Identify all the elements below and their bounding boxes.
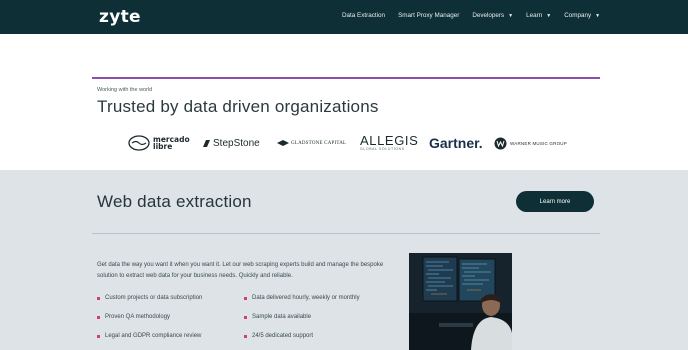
bullet-square-icon: [244, 296, 247, 300]
mercadolibre-logo: mercado libre: [128, 132, 190, 154]
caret-down-icon: ▼: [508, 12, 514, 19]
section-description: Get data the way you want it when you wa…: [97, 262, 384, 279]
feature-text: Custom projects or data subscription: [105, 295, 203, 301]
section-heading: Web data extraction: [97, 192, 252, 211]
feature-bullet: Custom projects or data subscription: [97, 295, 202, 301]
bullet-square-icon: [244, 334, 247, 338]
accent-divider: [92, 77, 600, 79]
feature-text: Proven QA methodology: [105, 314, 171, 320]
top-navbar: zyte Data Extraction Smart Proxy Manager…: [0, 0, 688, 34]
bullet-square-icon: [244, 315, 247, 319]
bullet-square-icon: [97, 315, 100, 319]
zyte-logo[interactable]: zyte: [99, 7, 141, 27]
client-logos: mercado libre StepStone GLADSTONE CAPITA…: [128, 132, 568, 154]
gladstone-mark-icon: [277, 140, 289, 146]
learn-more-button[interactable]: Learn more: [516, 191, 594, 212]
developer-at-monitors-image: [409, 253, 512, 350]
stepstone-logo: StepStone: [202, 132, 260, 154]
nav-label: Developers: [472, 12, 505, 19]
nav-label: Data Extraction: [342, 12, 386, 19]
feature-text: Sample data available: [252, 314, 312, 320]
libre-text: libre: [153, 142, 173, 151]
trusted-heading: Trusted by data driven organizations: [97, 97, 379, 116]
web-data-extraction-section: Web data extraction Learn more Get data …: [0, 170, 688, 350]
feature-bullet: Proven QA methodology: [97, 314, 170, 320]
nav-developers[interactable]: Developers ▼: [472, 12, 513, 19]
stepstone-text: StepStone: [213, 137, 260, 149]
nav-smart-proxy-manager[interactable]: Smart Proxy Manager: [398, 12, 459, 19]
bullet-square-icon: [97, 334, 100, 338]
bullet-square-icon: [97, 296, 100, 300]
nav-learn[interactable]: Learn ▼: [526, 12, 551, 19]
warner-music-logo: WARNER MUSIC GROUP: [494, 132, 567, 154]
feature-bullet: 24/5 dedicated support: [244, 333, 313, 339]
allegis-text: ALLEGIS: [360, 133, 419, 148]
trusted-section: Working with the world Trusted by data d…: [0, 34, 688, 170]
caret-down-icon: ▼: [595, 12, 601, 19]
feature-text: 24/5 dedicated support: [252, 333, 314, 339]
feature-bullet: Legal and GDPR compliance review: [97, 333, 201, 339]
main-nav: Data Extraction Smart Proxy Manager Deve…: [342, 12, 613, 19]
warner-text: WARNER MUSIC GROUP: [510, 140, 567, 146]
gladstone-text: GLADSTONE CAPITAL: [291, 140, 347, 146]
caret-down-icon: ▼: [546, 12, 552, 19]
stepstone-mark-icon: [203, 139, 210, 147]
nav-label: Learn: [526, 12, 543, 19]
gladstone-logo: GLADSTONE CAPITAL: [277, 132, 346, 154]
eyebrow-text: Working with the world: [97, 87, 153, 93]
feature-bullet: Sample data available: [244, 314, 311, 320]
feature-text: Legal and GDPR compliance review: [105, 333, 202, 339]
nav-label: Smart Proxy Manager: [398, 12, 460, 19]
allegis-logo: ALLEGIS GLOBAL SOLUTIONS: [360, 132, 418, 154]
nav-company[interactable]: Company ▼: [564, 12, 600, 19]
nav-data-extraction[interactable]: Data Extraction: [342, 12, 385, 19]
gartner-text: Gartner.: [429, 135, 483, 151]
feature-text: Data delivered hourly, weekly or monthly: [252, 295, 360, 301]
allegis-subtext: GLOBAL SOLUTIONS: [360, 147, 405, 151]
feature-bullet: Data delivered hourly, weekly or monthly: [244, 295, 360, 301]
gartner-logo: Gartner.: [429, 132, 483, 154]
nav-label: Company: [564, 12, 592, 19]
section-divider: [92, 233, 600, 234]
handshake-icon: [128, 135, 150, 151]
wmg-badge-icon: [494, 137, 507, 149]
developer-photo: [409, 253, 512, 350]
